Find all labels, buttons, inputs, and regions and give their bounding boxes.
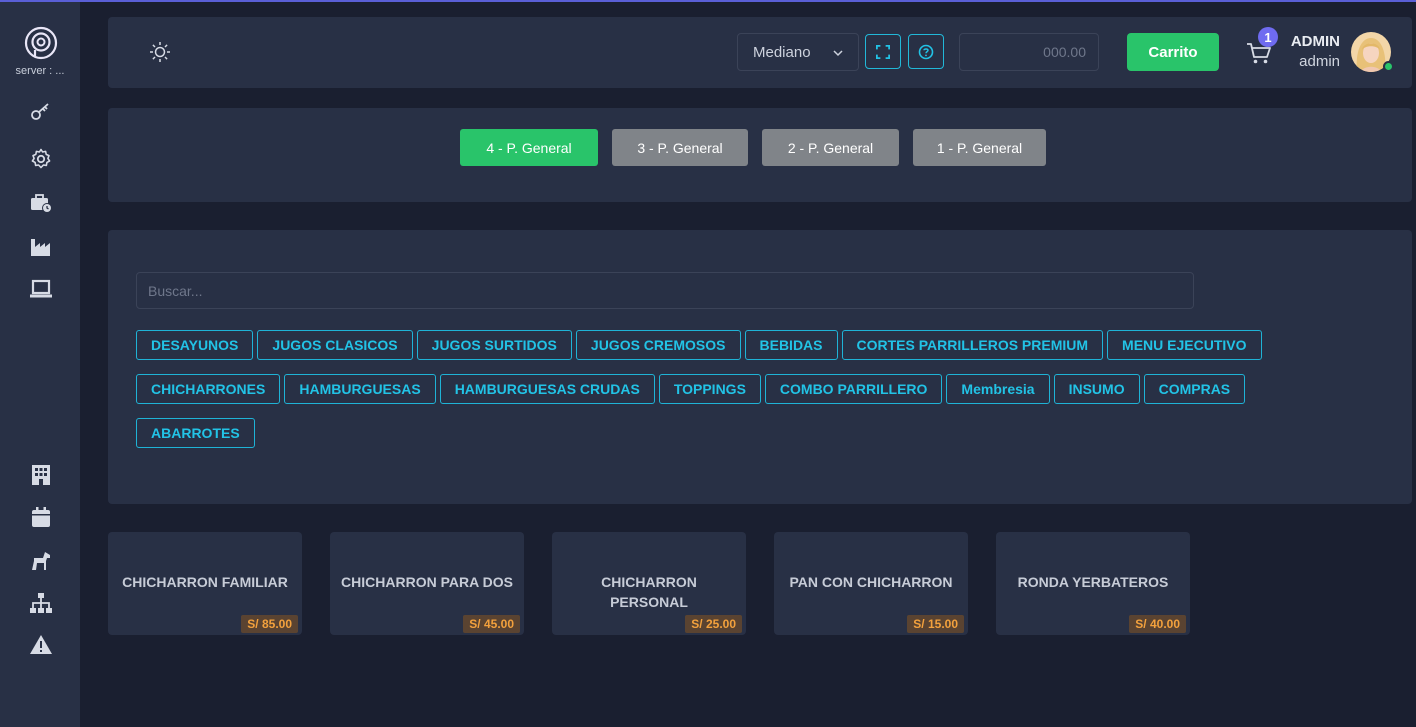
category-button[interactable]: JUGOS CLASICOS (257, 330, 413, 360)
product-card[interactable]: CHICHARRON PERSONAL S/ 25.00 (552, 532, 746, 635)
warning-icon[interactable] (28, 632, 54, 658)
theme-toggle-sun-icon[interactable] (148, 40, 172, 64)
user-name: ADMIN (1290, 33, 1340, 50)
product-name: CHICHARRON FAMILIAR (122, 574, 288, 590)
horse-icon[interactable] (28, 548, 54, 574)
fullscreen-button[interactable] (865, 34, 901, 69)
category-button[interactable]: JUGOS CREMOSOS (575, 330, 741, 360)
server-label: server : ... (15, 65, 65, 77)
calendar-icon[interactable] (28, 504, 54, 530)
category-list: DESAYUNOS JUGOS CLASICOS JUGOS SURTIDOS … (136, 330, 1296, 448)
category-button[interactable]: MENU EJECUTIVO (1107, 330, 1262, 360)
category-button[interactable]: DESAYUNOS (136, 330, 254, 360)
category-button[interactable]: CHICHARRONES (136, 374, 281, 404)
categories-card: DESAYUNOS JUGOS CLASICOS JUGOS SURTIDOS … (108, 230, 1412, 504)
category-button[interactable]: BEBIDAS (744, 330, 838, 360)
size-select-value: Mediano (753, 43, 811, 61)
price-list-button-3[interactable]: 3 - P. General (612, 129, 748, 166)
product-name: CHICHARRON PERSONAL (601, 574, 697, 610)
price-list-button-2[interactable]: 2 - P. General (762, 129, 899, 166)
category-button[interactable]: COMPRAS (1143, 374, 1246, 404)
sidebar: server : ... (0, 2, 80, 727)
product-price: S/ 85.00 (241, 615, 298, 633)
product-name: PAN CON CHICHARRON (789, 574, 953, 590)
app-logo-icon[interactable] (24, 26, 58, 60)
user-role: admin (1299, 53, 1340, 70)
help-button[interactable] (908, 34, 944, 69)
amount-input[interactable] (959, 33, 1099, 71)
category-button[interactable]: Membresia (946, 374, 1050, 404)
category-button[interactable]: HAMBURGUESAS (284, 374, 436, 404)
product-name: RONDA YERBATEROS (1017, 574, 1169, 590)
laptop-icon[interactable] (28, 276, 54, 302)
category-button[interactable]: INSUMO (1053, 374, 1140, 404)
top-header: Mediano Carrito 1 ADMIN admin (108, 17, 1412, 88)
product-price: S/ 15.00 (907, 615, 964, 633)
product-price: S/ 25.00 (685, 615, 742, 633)
product-name: CHICHARRON PARA DOS (341, 574, 513, 590)
product-price: S/ 45.00 (463, 615, 520, 633)
building-icon[interactable] (28, 462, 54, 488)
chevron-down-icon (833, 50, 843, 57)
product-card[interactable]: CHICHARRON FAMILIAR S/ 85.00 (108, 532, 302, 635)
price-list-button-4[interactable]: 4 - P. General (460, 129, 598, 166)
category-button[interactable]: TOPPINGS (658, 374, 761, 404)
question-circle-icon (918, 44, 934, 59)
size-select[interactable]: Mediano (737, 33, 859, 71)
online-status-dot (1383, 61, 1394, 72)
search-input[interactable] (136, 272, 1194, 309)
category-button[interactable]: ABARROTES (136, 418, 255, 448)
top-accent-line (0, 0, 1416, 2)
category-button[interactable]: COMBO PARRILLERO (764, 374, 943, 404)
category-button[interactable]: CORTES PARRILLEROS PREMIUM (841, 330, 1104, 360)
carrito-button[interactable]: Carrito (1127, 33, 1219, 71)
product-card[interactable]: RONDA YERBATEROS S/ 40.00 (996, 532, 1190, 635)
gear-icon[interactable] (28, 146, 54, 172)
product-card[interactable]: CHICHARRON PARA DOS S/ 45.00 (330, 532, 524, 635)
product-price: S/ 40.00 (1129, 615, 1186, 633)
expand-icon (876, 44, 890, 59)
key-icon[interactable] (28, 98, 54, 124)
factory-icon[interactable] (28, 234, 54, 260)
sitemap-icon[interactable] (28, 590, 54, 616)
price-list-button-1[interactable]: 1 - P. General (913, 129, 1046, 166)
category-button[interactable]: JUGOS SURTIDOS (416, 330, 572, 360)
price-list-card: 4 - P. General 3 - P. General 2 - P. Gen… (108, 108, 1412, 202)
category-button[interactable]: HAMBURGUESAS CRUDAS (439, 374, 655, 404)
product-card[interactable]: PAN CON CHICHARRON S/ 15.00 (774, 532, 968, 635)
briefcase-clock-icon[interactable] (28, 190, 54, 216)
